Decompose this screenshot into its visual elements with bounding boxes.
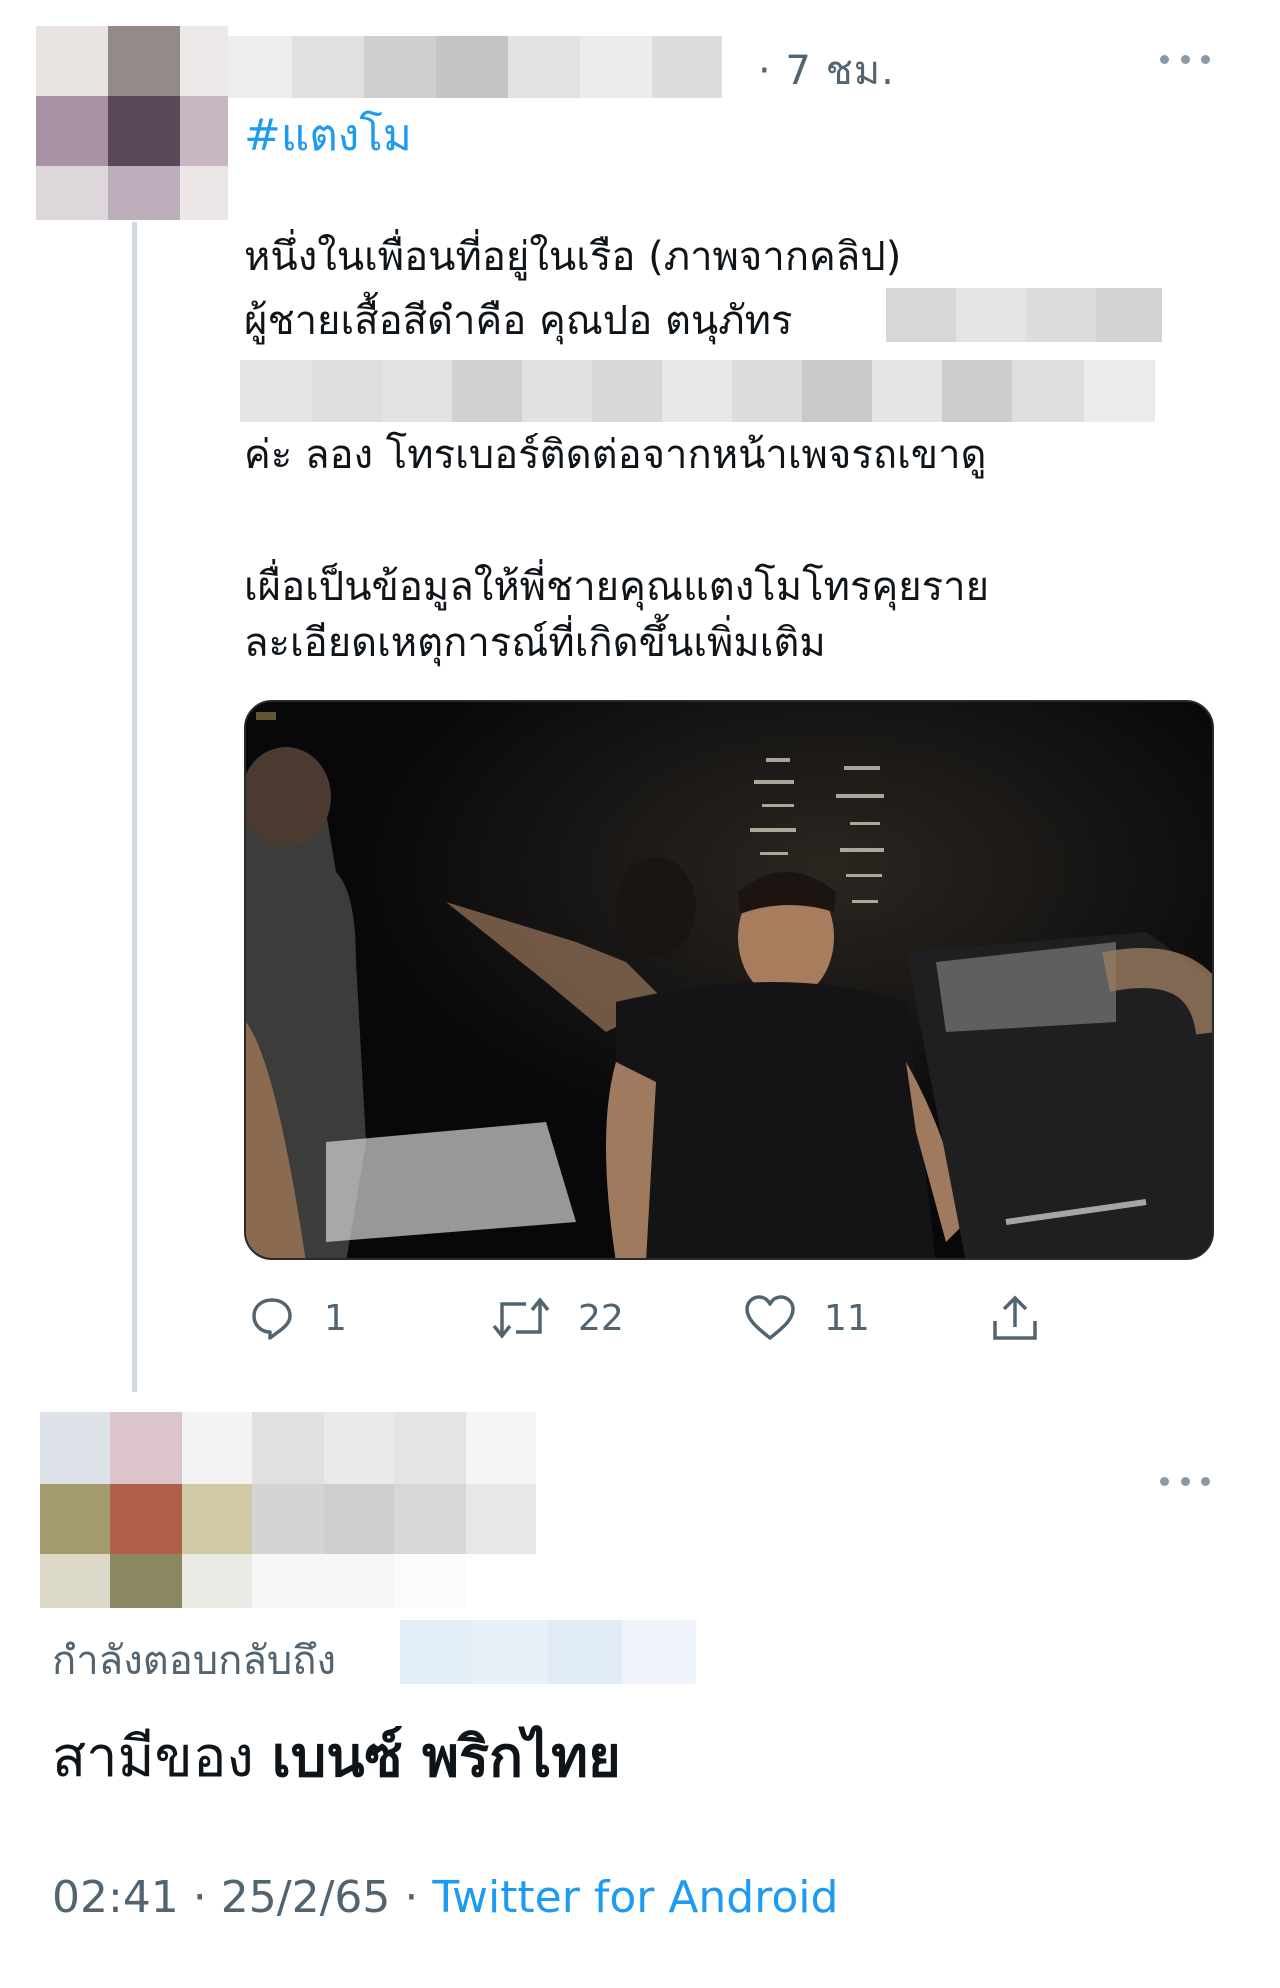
tweet-text-line: ละเอียดเหตุการณ์ที่เกิดขึ้นเพิ่มเติม <box>244 620 826 666</box>
retweet-button[interactable]: 22 <box>492 1288 624 1348</box>
reply-button[interactable]: 1 <box>248 1288 347 1348</box>
redacted-surname <box>886 288 1162 342</box>
reply-text: สามีของ เบนซ์ พริกไทย <box>52 1712 621 1801</box>
meta-separator: · <box>390 1872 433 1923</box>
tweet-text-line: หนึ่งในเพื่อนที่อยู่ในเรือ (ภาพจากคลิป) <box>244 234 902 280</box>
reply-time[interactable]: 02:41 <box>52 1872 179 1923</box>
redacted-line <box>240 360 1175 422</box>
like-icon <box>745 1295 795 1340</box>
like-button[interactable]: 11 <box>744 1288 870 1348</box>
retweet-icon <box>492 1297 550 1339</box>
reply-avatar[interactable] <box>40 1412 536 1608</box>
tweet-text-line: ผู้ชายเสื้อสีดำคือ คุณปอ ตนุภัทร <box>244 298 793 344</box>
user-name-redacted <box>228 36 752 98</box>
reply-meta: 02:41 · 25/2/65 · Twitter for Android <box>52 1872 838 1923</box>
tweet-text-line: เผื่อเป็นข้อมูลให้พี่ชายคุณแตงโมโทรคุยรา… <box>244 564 990 610</box>
night-boat-photo <box>246 702 1212 1258</box>
hashtag-link[interactable]: #แตงโม <box>244 100 412 170</box>
reply-count: 1 <box>324 1297 347 1339</box>
tweet-actions: 1 22 11 <box>244 1288 1084 1348</box>
reply-text-bold: เบนซ์ พริกไทย <box>271 1725 621 1790</box>
share-icon <box>993 1295 1037 1340</box>
tweet-media-image[interactable] <box>244 700 1214 1260</box>
meta-separator: · <box>178 1872 221 1923</box>
share-button[interactable] <box>990 1288 1040 1348</box>
retweet-count: 22 <box>578 1297 624 1339</box>
more-icon[interactable] <box>1160 52 1210 66</box>
thread-line <box>132 222 137 1392</box>
tweet-text-line: ค่ะ ลอง โทรเบอร์ติดต่อจากหน้าเพจรถเขาดู <box>244 432 987 478</box>
more-icon[interactable] <box>1160 1474 1210 1488</box>
reply-date[interactable]: 25/2/65 <box>221 1872 391 1923</box>
reply-text-plain: สามีของ <box>52 1725 272 1790</box>
replying-to-handle-redacted[interactable] <box>400 1620 696 1684</box>
avatar[interactable] <box>36 26 228 220</box>
tweet-time[interactable]: · 7 ชม. <box>758 38 895 102</box>
replying-to-label: กำลังตอบกลับถึง <box>52 1638 336 1684</box>
like-count: 11 <box>824 1297 870 1339</box>
reply-icon <box>252 1298 292 1340</box>
reply-source-link[interactable]: Twitter for Android <box>432 1872 838 1923</box>
